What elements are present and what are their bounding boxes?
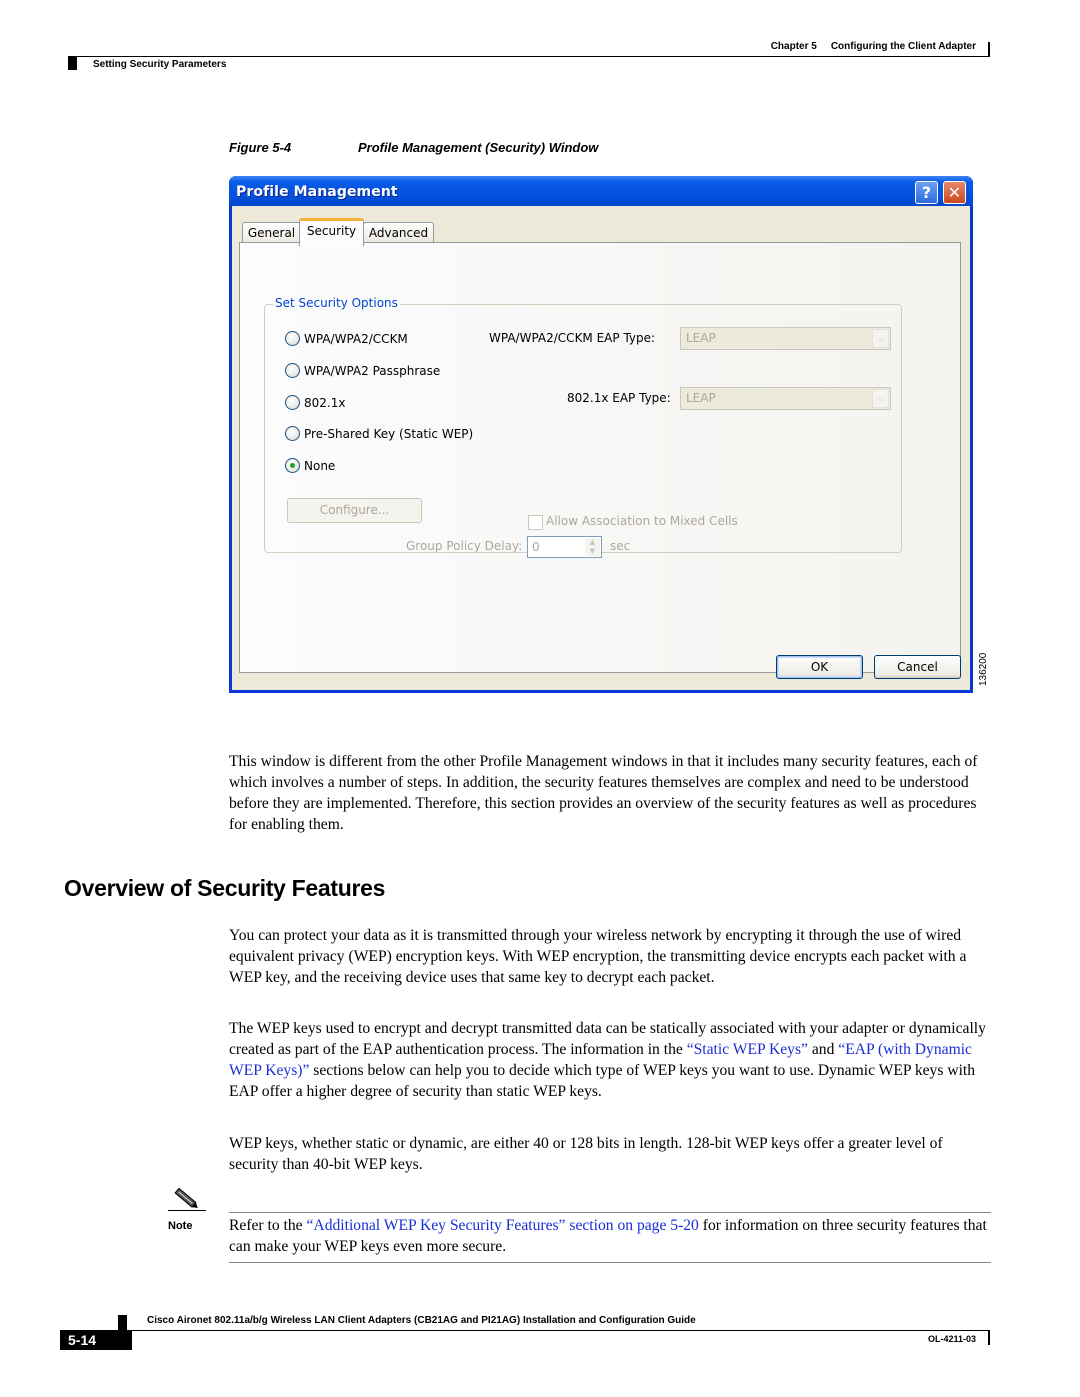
radio-button-icon[interactable] xyxy=(285,426,300,441)
radio-button-icon[interactable] xyxy=(285,331,300,346)
static-wep-keys-link[interactable]: “Static WEP Keys” xyxy=(687,1041,808,1058)
close-icon: ✕ xyxy=(947,183,962,202)
dot1x-eap-type-label: 802.1x EAP Type: xyxy=(567,391,671,405)
footer-block-marker xyxy=(118,1315,127,1330)
document-number: OL-4211-03 xyxy=(927,1334,976,1344)
radio-label: None xyxy=(304,458,336,473)
paragraph-key-length: WEP keys, whether static or dynamic, are… xyxy=(229,1135,943,1173)
radio-wpa-passphrase[interactable]: WPA/WPA2 Passphrase xyxy=(285,363,440,378)
header-rule xyxy=(68,56,990,57)
running-header-section: Setting Security Parameters xyxy=(93,59,227,70)
figure-title: Profile Management (Security) Window xyxy=(358,140,599,155)
radio-none[interactable]: None xyxy=(285,458,335,473)
spinner-arrows-icon[interactable]: ▲ ▼ xyxy=(585,538,600,556)
page-number: 5-14 xyxy=(60,1330,132,1350)
window-title: Profile Management xyxy=(236,184,398,200)
group-policy-delay-value: 0 xyxy=(532,540,540,554)
additional-wep-features-link[interactable]: “Additional WEP Key Security Features” s… xyxy=(307,1217,699,1234)
footer-guide-title: Cisco Aironet 802.11a/b/g Wireless LAN C… xyxy=(147,1315,696,1326)
section-heading: Overview of Security Features xyxy=(64,875,386,901)
tab-general[interactable]: General xyxy=(242,222,301,243)
mixed-cells-checkbox[interactable] xyxy=(528,515,543,530)
close-button[interactable]: ✕ xyxy=(943,181,966,204)
paragraph-wep-intro: You can protect your data as it is trans… xyxy=(229,927,967,986)
mixed-cells-label: Allow Association to Mixed Cells xyxy=(546,514,738,528)
dot1x-eap-type-value: LEAP xyxy=(686,391,716,405)
profile-management-window: Profile Management ? ✕ General Security … xyxy=(229,176,973,693)
chapter-title: Configuring the Client Adapter xyxy=(830,41,976,52)
paragraph-wep-keys: The WEP keys used to encrypt and decrypt… xyxy=(229,1018,993,1102)
note-text: Refer to the “Additional WEP Key Securit… xyxy=(229,1215,991,1257)
dot1x-eap-type-select[interactable]: LEAP ⌵ xyxy=(680,387,891,410)
tab-security[interactable]: Security xyxy=(299,218,364,246)
header-block-marker xyxy=(68,57,77,70)
wpa-eap-type-value: LEAP xyxy=(686,331,716,345)
help-button[interactable]: ? xyxy=(915,181,938,204)
radio-button-icon[interactable] xyxy=(285,395,300,410)
paragraph-text: and xyxy=(807,1041,839,1058)
figure-id: 136200 xyxy=(978,652,989,686)
group-policy-delay-label: Group Policy Delay: xyxy=(406,539,523,553)
radio-wpa-cckm[interactable]: WPA/WPA2/CCKM xyxy=(285,331,408,346)
window-client-area: General Security Advanced Set Security O… xyxy=(232,206,970,690)
group-title: Set Security Options xyxy=(273,296,400,310)
footer-vertical-bar xyxy=(988,1330,990,1345)
radio-label: 802.1x xyxy=(304,395,346,410)
chevron-down-icon[interactable]: ⌵ xyxy=(872,329,889,348)
radio-button-checked-icon[interactable] xyxy=(285,458,300,473)
chevron-down-icon[interactable]: ⌵ xyxy=(872,389,889,408)
radio-802-1x[interactable]: 802.1x xyxy=(285,395,345,410)
note-text-part: Refer to the xyxy=(229,1217,307,1234)
security-tab-panel: Set Security Options WPA/WPA2/CCKM WPA/W… xyxy=(239,242,961,673)
radio-button-icon[interactable] xyxy=(285,363,300,378)
ok-button[interactable]: OK xyxy=(776,655,863,679)
note-top-rule xyxy=(229,1212,991,1213)
radio-pre-shared-key[interactable]: Pre-Shared Key (Static WEP) xyxy=(285,426,473,441)
note-bottom-rule xyxy=(229,1262,991,1263)
tab-advanced[interactable]: Advanced xyxy=(363,222,434,243)
wpa-eap-type-select[interactable]: LEAP ⌵ xyxy=(680,327,891,350)
help-icon: ? xyxy=(921,183,932,202)
figure-caption: Figure 5-4 Profile Management (Security)… xyxy=(229,140,598,155)
group-policy-unit: sec xyxy=(610,539,631,553)
footer-rule xyxy=(118,1330,990,1331)
security-options-group: Set Security Options WPA/WPA2/CCKM WPA/W… xyxy=(264,296,902,558)
cancel-button[interactable]: Cancel xyxy=(874,655,961,679)
note-label: Note xyxy=(168,1220,193,1232)
running-header-chapter: Chapter 5 Configuring the Client Adapter xyxy=(700,41,976,52)
figure-number: Figure 5-4 xyxy=(229,140,292,155)
wpa-eap-type-label: WPA/WPA2/CCKM EAP Type: xyxy=(489,331,656,345)
radio-label: Pre-Shared Key (Static WEP) xyxy=(304,426,474,441)
intro-paragraph: This window is different from the other … xyxy=(229,753,978,833)
paragraph-text: sections below can help you to decide wh… xyxy=(229,1062,976,1100)
chapter-number: Chapter 5 xyxy=(770,41,817,52)
radio-label: WPA/WPA2/CCKM xyxy=(304,331,408,346)
header-vertical-bar xyxy=(988,42,990,57)
note-icon-rule xyxy=(168,1210,206,1211)
configure-button[interactable]: Configure... xyxy=(287,498,422,523)
radio-label: WPA/WPA2 Passphrase xyxy=(304,363,441,378)
window-titlebar[interactable]: Profile Management ? ✕ xyxy=(229,176,973,206)
group-policy-delay-spinner[interactable]: 0 ▲ ▼ xyxy=(527,536,602,558)
